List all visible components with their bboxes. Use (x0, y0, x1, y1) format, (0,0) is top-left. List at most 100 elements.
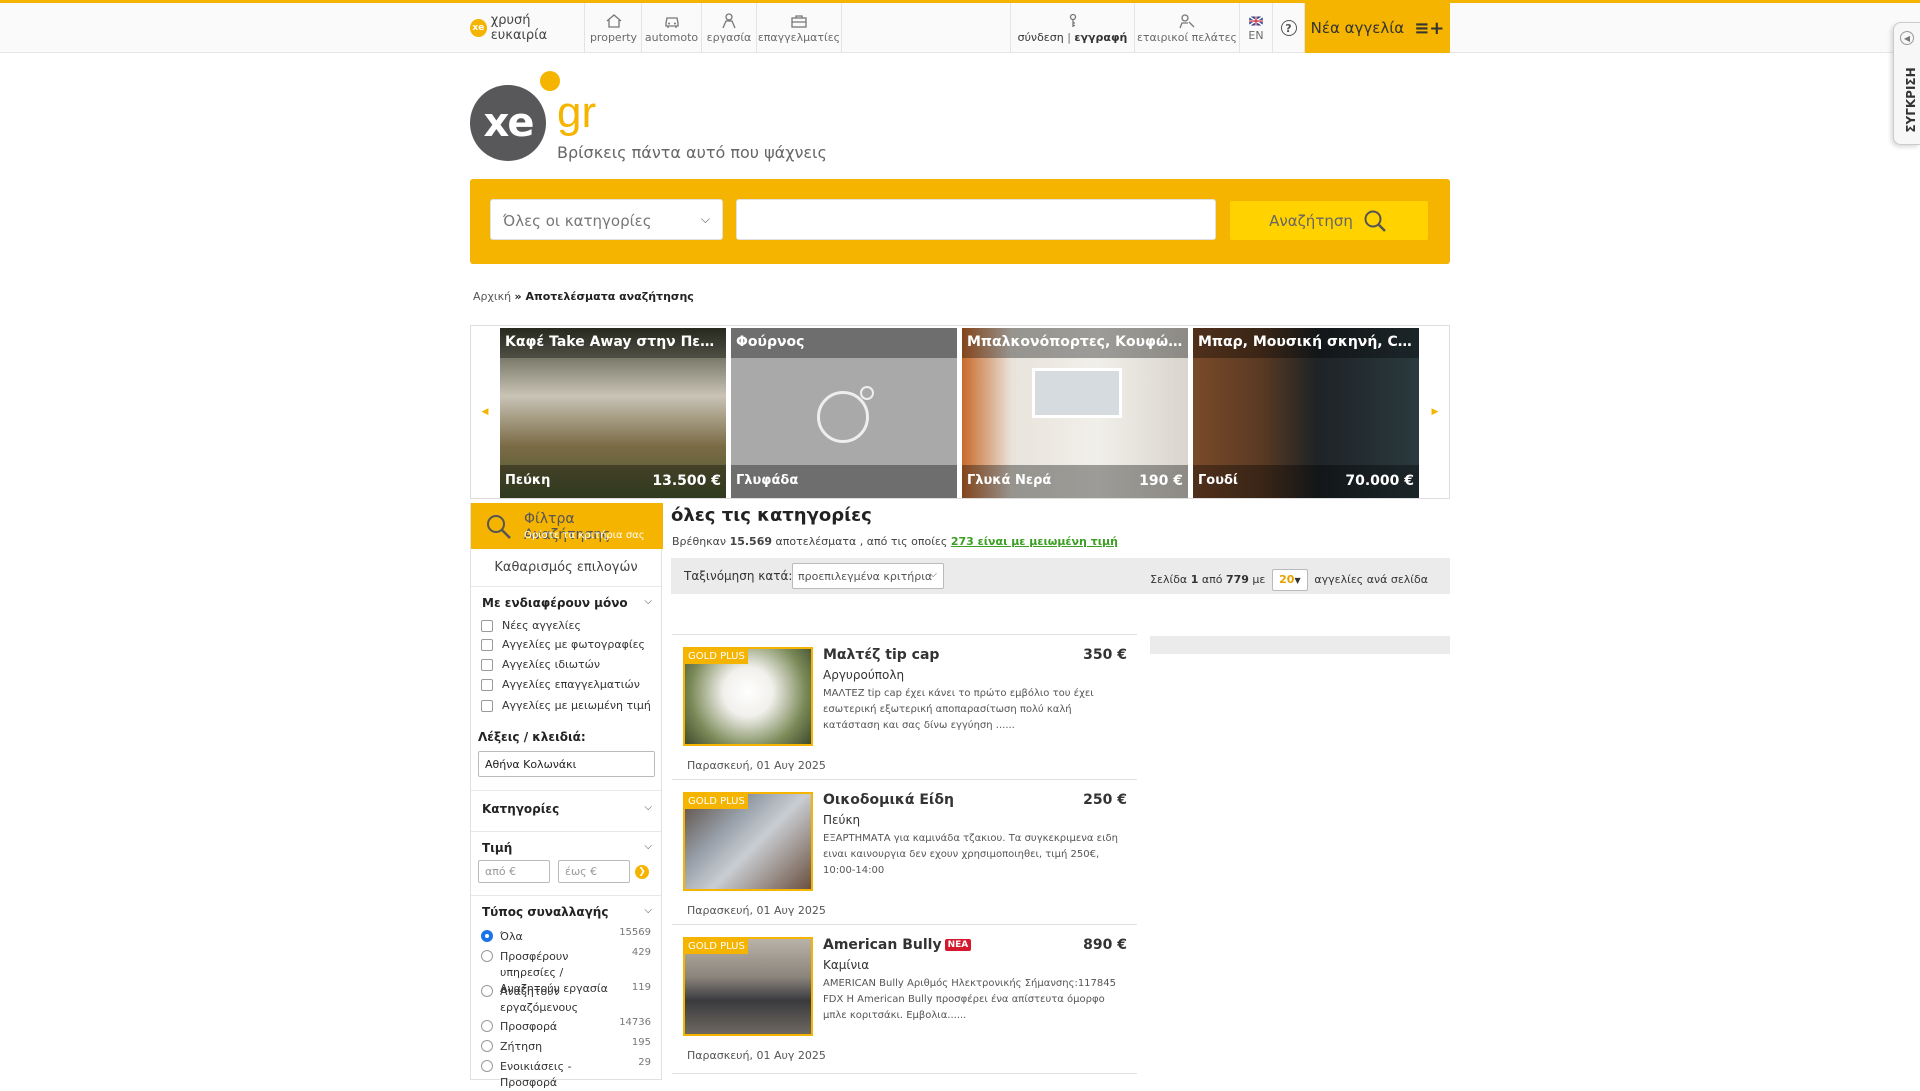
keywords-input[interactable]: Αθήνα Κολωνάκι (478, 751, 655, 777)
listing-thumbnail[interactable]: GOLD PLUS (683, 937, 813, 1036)
filter-checkbox[interactable]: Αγγελίες ιδιωτών (481, 658, 600, 671)
login-link[interactable]: σύνδεση (1018, 31, 1064, 44)
option-count: 14736 (619, 1017, 651, 1028)
breadcrumb-home[interactable]: Αρχική (473, 290, 511, 303)
featured-carousel: ◀ Καφέ Take Away στην Πεύκη Πεύκη 13.500… (470, 325, 1450, 499)
deal-type-section-header[interactable]: Τύπος συναλλαγής ⌵ (482, 905, 652, 919)
listing-location: Πεύκη (823, 813, 861, 827)
radio-label: Ενοικιάσεις - Προσφορά (500, 1060, 572, 1089)
sort-select-value: προεπιλεγμένα κριτήρια (798, 570, 933, 583)
carousel-card[interactable]: Μπαλκονόπορτες, Κουφώμ... Γλυκά Νερά 190… (962, 328, 1188, 498)
price-to-input[interactable]: έως € (558, 860, 630, 883)
price-section-title: Τιμή (482, 841, 513, 855)
option-count: 15569 (619, 927, 651, 938)
radio-button[interactable] (481, 1020, 493, 1032)
search-button[interactable]: Αναζήτηση (1230, 201, 1428, 240)
caret-down-icon: ▼ (1294, 576, 1301, 585)
sort-bar: Ταξινόμηση κατά: προεπιλεγμένα κριτήρια … (671, 558, 1450, 594)
carousel-card-price: 70.000 € (1345, 473, 1414, 489)
page-current: 1 (1190, 573, 1199, 586)
chevron-down-icon: ⌵ (700, 212, 710, 226)
filter-checkbox[interactable]: Αγγελίες επαγγελματιών (481, 678, 640, 691)
ad-placeholder (1150, 636, 1450, 654)
checkbox[interactable] (481, 678, 493, 691)
keywords-label: Λέξεις / κλειδιά: (478, 730, 586, 744)
carousel-prev-arrow[interactable]: ◀ (471, 326, 499, 498)
categories-section-header[interactable]: Κατηγορίες ⌵ (482, 802, 652, 816)
clear-filters-link[interactable]: Καθαρισμός επιλογών (471, 560, 661, 575)
listing-item[interactable]: GOLD PLUS Παρασκευή, 01 Αυγ 2025 America… (672, 924, 1137, 1074)
help-button[interactable]: ? (1273, 3, 1305, 53)
radio-button[interactable] (481, 985, 493, 997)
divider (471, 831, 661, 832)
carousel-card[interactable]: Καφέ Take Away στην Πεύκη Πεύκη 13.500 € (500, 328, 726, 498)
carousel-card-title: Μπαλκονόπορτες, Κουφώμ... (962, 328, 1188, 358)
checkbox[interactable] (481, 658, 493, 671)
list-plus-icon: ≡+ (1414, 17, 1445, 39)
checkbox[interactable] (481, 619, 493, 632)
new-ad-button[interactable]: Νέα αγγελία ≡+ (1305, 3, 1450, 53)
nav-property[interactable]: property (586, 3, 642, 53)
business-clients-link[interactable]: εταιρικοί πελάτες (1135, 3, 1240, 53)
carousel-next-arrow[interactable]: ▶ (1421, 326, 1449, 498)
login-register[interactable]: σύνδεση | εγγραφή (1010, 3, 1135, 53)
category-select-value: Όλες οι κατηγορίες (503, 212, 652, 230)
chevron-down-icon: ⌵ (644, 802, 652, 813)
nav-automoto[interactable]: automoto (642, 3, 702, 53)
listing-price: 890 € (1083, 937, 1127, 953)
language-label: EN (1248, 28, 1264, 42)
radio-button[interactable] (481, 1040, 493, 1052)
radio-button[interactable] (481, 1060, 493, 1072)
listing-title[interactable]: American Bully ΝΕΑ (823, 937, 972, 953)
listing-price: 250 € (1083, 792, 1127, 808)
checkbox[interactable] (481, 638, 493, 651)
compare-tab[interactable]: ◀ ΣΥΓΚΡΙΣΗ (1893, 22, 1920, 145)
sort-select[interactable]: προεπιλεγμένα κριτήρια ⌵ (792, 563, 944, 589)
reduced-price-link[interactable]: 273 είναι με μειωμένη τιμή (951, 535, 1118, 548)
filter-checkbox[interactable]: Αγγελίες με φωτογραφίες (481, 638, 645, 651)
listing-location: Καμίνια (823, 958, 870, 972)
radio-button[interactable] (481, 950, 493, 962)
radio-label: Ζήτηση (500, 1040, 543, 1053)
price-from-input[interactable]: από € (478, 860, 550, 883)
search-input[interactable] (736, 199, 1216, 240)
option-count: 29 (638, 1057, 651, 1068)
gold-opportunity-link[interactable]: xe χρυσή ευκαιρία (470, 3, 585, 53)
chevron-down-icon: ⌵ (644, 905, 652, 916)
carousel-card[interactable]: Φούρνος Γλυφάδα (731, 328, 957, 498)
listing-thumbnail[interactable]: GOLD PLUS (683, 647, 813, 746)
language-switch[interactable]: EN (1240, 3, 1273, 53)
listing-thumbnail[interactable]: GOLD PLUS (683, 792, 813, 891)
listing-title[interactable]: Οικοδομικά Είδη (823, 792, 954, 808)
listing-item[interactable]: GOLD PLUS Παρασκευή, 01 Αυγ 2025 Οικοδομ… (672, 779, 1137, 924)
page-total: 779 (1225, 573, 1249, 586)
per-page-select[interactable]: 20▼ (1271, 569, 1308, 591)
carousel-card-location: Γουδί (1198, 473, 1238, 488)
checkbox-label: Νέες αγγελίες (502, 619, 581, 632)
price-go-button[interactable]: ❯ (635, 865, 649, 879)
option-count: 195 (631, 1037, 651, 1048)
category-select[interactable]: Όλες οι κατηγορίες ⌵ (490, 199, 723, 240)
carousel-card[interactable]: Μπαρ, Μουσική σκηνή, Club Γουδί 70.000 € (1193, 328, 1419, 498)
listing-title[interactable]: Μαλτέζ tip cap (823, 647, 939, 663)
xe-logo[interactable]: xe (470, 85, 546, 161)
listing-date: Παρασκευή, 01 Αυγ 2025 (687, 759, 826, 772)
business-user-icon (1179, 13, 1195, 28)
checkbox-label: Αγγελίες ιδιωτών (502, 658, 600, 671)
listing-description: ΜΑΛΤΕΖ tip cap έχει κάνει το πρώτο εμβόλ… (823, 688, 1094, 731)
radio-button[interactable] (481, 930, 493, 942)
per-page-value: 20 (1279, 573, 1295, 586)
nav-professionals[interactable]: επαγγελματίες (757, 3, 842, 53)
register-link[interactable]: εγγραφή (1074, 31, 1127, 44)
carousel-card-location: Πεύκη (505, 473, 551, 488)
filter-checkbox[interactable]: Αγγελίες με μειωμένη τιμή (481, 699, 651, 712)
placeholder-image-icon (817, 391, 869, 443)
nav-jobs[interactable]: εργασία (702, 3, 757, 53)
checkbox[interactable] (481, 699, 493, 712)
listing-item[interactable]: GOLD PLUS Παρασκευή, 01 Αυγ 2025 Μαλτέζ … (672, 634, 1137, 779)
logo-tagline: Βρίσκεις πάντα αυτό που ψάχνεις (557, 143, 827, 162)
interest-section-header[interactable]: Με ενδιαφέρουν μόνο ⌵ (482, 596, 652, 610)
nav-property-label: property (589, 30, 638, 44)
price-section-header[interactable]: Τιμή ⌵ (482, 841, 652, 855)
filter-checkbox[interactable]: Νέες αγγελίες (481, 619, 581, 632)
